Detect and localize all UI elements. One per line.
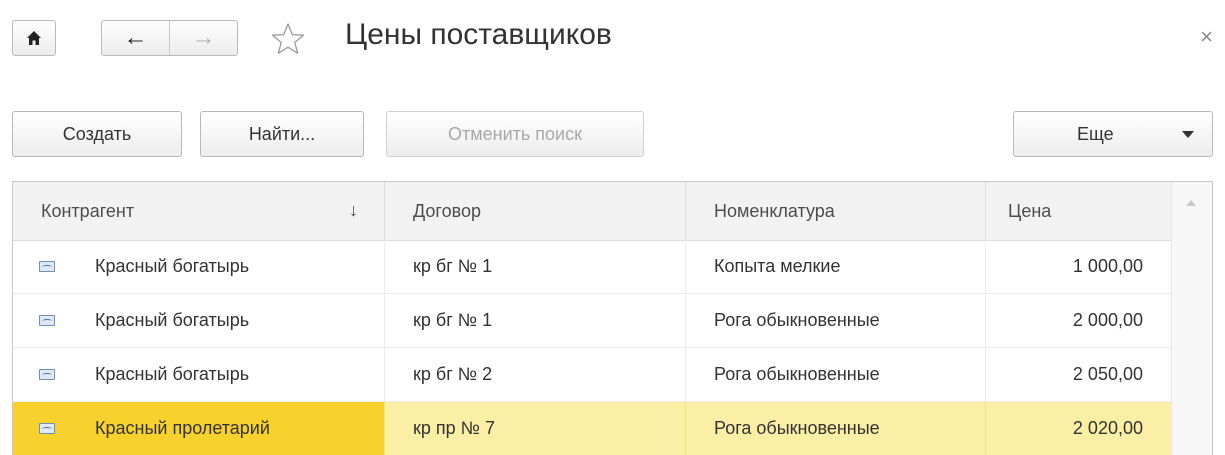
cell-contract: кр пр № 7	[385, 402, 686, 455]
more-button[interactable]: Еще	[1013, 111, 1213, 157]
star-icon[interactable]	[271, 22, 305, 56]
sort-arrow-down-icon: ↓	[349, 200, 358, 220]
column-header-contract[interactable]: Договор	[385, 182, 686, 240]
scroll-up-icon[interactable]	[1186, 200, 1196, 206]
cell-text: Красный богатырь	[95, 310, 250, 330]
chevron-down-icon	[1182, 131, 1194, 138]
cancel-search-button[interactable]: Отменить поиск	[386, 111, 644, 157]
catalog-item-icon	[39, 423, 55, 434]
cell-contract: кр бг № 2	[385, 348, 686, 401]
page-title: Цены поставщиков	[345, 18, 612, 51]
create-button[interactable]: Создать	[12, 111, 182, 157]
forward-button[interactable]: →	[169, 21, 237, 55]
cell-contract: кр бг № 1	[385, 294, 686, 347]
cell-price: 2 000,00	[1072, 310, 1143, 330]
close-icon[interactable]: ×	[1200, 26, 1213, 48]
cell-counterparty: Красный богатырь	[13, 294, 385, 347]
cell-counterparty: Красный богатырь	[13, 348, 385, 401]
cell-contract: кр бг № 1	[385, 240, 686, 293]
back-button[interactable]: ←	[102, 21, 169, 55]
table-row[interactable]: Красный богатырь кр бг № 1 Копыта мелкие…	[13, 240, 1173, 294]
cell-item: Копыта мелкие	[686, 240, 986, 293]
column-header-item[interactable]: Номенклатура	[686, 182, 986, 240]
catalog-item-icon	[39, 261, 55, 272]
table-row[interactable]: Красный богатырь кр бг № 2 Рога обыкнове…	[13, 348, 1173, 402]
catalog-item-icon	[39, 315, 55, 326]
vertical-scrollbar[interactable]	[1171, 182, 1212, 455]
column-header-label: Договор	[413, 200, 481, 221]
cell-counterparty: Красный богатырь	[13, 240, 385, 293]
arrow-left-icon: ←	[123, 24, 148, 51]
column-header-counterparty[interactable]: Контрагент ↓	[13, 182, 385, 240]
cell-text: Красный пролетарий	[95, 418, 270, 438]
prices-table: Контрагент ↓ Договор Номенклатура Цена К…	[12, 181, 1213, 455]
cell-text: Красный богатырь	[95, 256, 250, 276]
cell-price: 2 020,00	[1072, 418, 1143, 438]
find-button[interactable]: Найти...	[200, 111, 364, 157]
table-body: Красный богатырь кр бг № 1 Копыта мелкие…	[13, 240, 1173, 455]
cell-item: Рога обыкновенные	[686, 294, 986, 347]
column-header-label: Номенклатура	[714, 200, 835, 221]
column-header-price[interactable]: Цена	[986, 182, 1173, 240]
cell-price: 1 000,00	[1072, 256, 1143, 276]
column-header-label: Цена	[1008, 200, 1052, 221]
home-button[interactable]	[12, 20, 56, 56]
more-label: Еще	[1077, 123, 1114, 144]
table-row-selected[interactable]: Красный пролетарий кр пр № 7 Рога обыкно…	[13, 402, 1173, 455]
cell-item: Рога обыкновенные	[686, 402, 986, 455]
history-navigation: ← →	[101, 20, 238, 56]
cell-text: Красный богатырь	[95, 364, 250, 384]
home-icon	[27, 31, 41, 45]
arrow-right-icon: →	[191, 24, 216, 51]
cell-item: Рога обыкновенные	[686, 348, 986, 401]
catalog-item-icon	[39, 369, 55, 380]
table-header: Контрагент ↓ Договор Номенклатура Цена	[13, 182, 1173, 241]
column-header-label: Контрагент	[41, 200, 135, 221]
cell-price: 2 050,00	[1072, 364, 1143, 384]
table-row[interactable]: Красный богатырь кр бг № 1 Рога обыкнове…	[13, 294, 1173, 348]
cell-counterparty: Красный пролетарий	[13, 402, 385, 455]
